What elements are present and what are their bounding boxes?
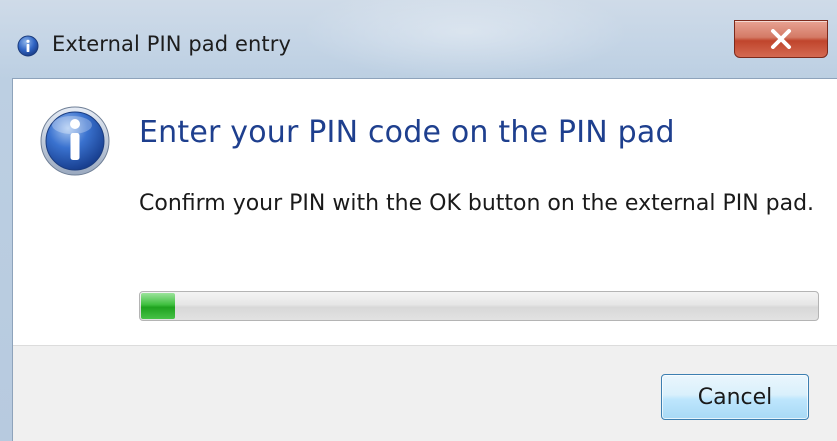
content-text: Confirm your PIN with the OK button on t…	[139, 191, 815, 216]
cancel-button[interactable]: Cancel	[661, 374, 809, 420]
dialog-content: Enter your PIN code on the PIN pad Confi…	[12, 78, 837, 441]
progress-bar	[139, 291, 819, 321]
info-icon	[39, 105, 111, 177]
title-bar[interactable]: External PIN pad entry	[0, 0, 837, 78]
progress-fill	[141, 293, 175, 319]
close-button[interactable]	[734, 20, 828, 58]
window-title: External PIN pad entry	[52, 32, 291, 56]
dialog-window: External PIN pad entry Enter your PIN co…	[0, 0, 837, 441]
main-instruction: Enter your PIN code on the PIN pad	[139, 115, 675, 150]
close-icon	[771, 29, 791, 49]
info-icon	[17, 35, 39, 57]
button-footer: Cancel	[13, 345, 837, 441]
